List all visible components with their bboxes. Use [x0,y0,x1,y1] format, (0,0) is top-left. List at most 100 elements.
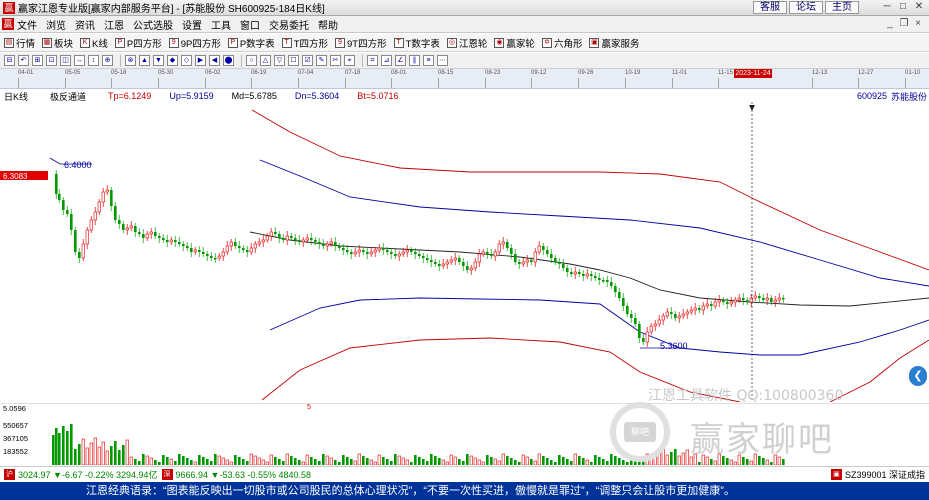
tool-t-square[interactable]: T T四方形 [281,36,328,50]
draw-tool-icon[interactable]: ◫ [60,55,71,66]
candle-body [282,238,285,240]
draw-tool-icon[interactable]: ✂ [330,55,341,66]
forum-link[interactable]: 论坛 [789,1,823,14]
child-minimize-icon[interactable]: _ [883,18,897,29]
customer-service-link[interactable]: 客服 [753,1,787,14]
tool-quotes[interactable]: ▤ 行情 [4,36,35,50]
draw-tool-icon[interactable]: ◆ [167,55,178,66]
candle-body [70,214,73,230]
candle-body [717,299,721,303]
indicator-dn: Dn=5.3604 [294,91,340,101]
volume-bar [466,454,469,465]
draw-tool-icon[interactable]: ⊞ [32,55,43,66]
watermark-brand: 赢家聊吧 [690,420,834,460]
draw-tool-icon[interactable]: ▽ [274,55,285,66]
candle-body [777,297,781,301]
candle-body [562,264,565,268]
tool-9t-square[interactable]: 9 9T四方形 [335,36,387,50]
home-link[interactable]: 主页 [825,1,859,14]
toolbar-separator [241,54,242,67]
child-restore-icon[interactable]: ❐ [897,18,911,29]
tool-winner-service[interactable]: ▣ 赢家服务 [589,36,639,50]
volume-bar [221,457,225,465]
draw-tool-icon[interactable]: ↶ [18,55,29,66]
volume-bar [618,458,621,465]
draw-tool-icon[interactable]: ○ [246,55,257,66]
candle-body [85,229,89,245]
menu-help[interactable]: 帮助 [318,17,338,32]
volume-bar [346,457,349,465]
volume-bar [481,461,485,465]
draw-tool-icon[interactable]: ◇ [181,55,192,66]
draw-tool-icon[interactable]: ⬤ [223,55,234,66]
volume-bar [518,462,521,465]
draw-tool-icon[interactable]: ∠ [395,55,406,66]
sz-index-value[interactable]: 9666.94 ▼-53.63 -0.55% 4840.58 [176,470,312,480]
menu-gann[interactable]: 江恩 [104,17,124,32]
tool-p-number-table[interactable]: P P数字表 [227,36,275,50]
tool-sectors[interactable]: ▦ 板块 [42,36,73,50]
close-icon[interactable]: ✕ [911,1,927,14]
tool-kline[interactable]: K K线 [80,36,108,50]
candle-body [681,313,685,317]
index-selector[interactable]: ▣ SZ399001 深证成指 [827,468,925,481]
candle-body [405,249,409,253]
draw-tool-icon[interactable]: ⊗ [125,55,136,66]
draw-tool-icon[interactable]: ⊕ [102,55,113,66]
menu-settings[interactable]: 设置 [182,17,202,32]
draw-tool-icon[interactable]: ⋯ [437,55,448,66]
volume-bar [149,457,153,465]
draw-tool-icon[interactable]: ∥ [409,55,420,66]
menu-browse[interactable]: 浏览 [46,17,66,32]
stock-code: 600925 [856,91,887,101]
candle-body [373,249,377,253]
draw-tool-icon[interactable]: ⌗ [367,55,378,66]
volume-bar [614,456,617,465]
volume-bar [366,458,369,465]
draw-tool-icon[interactable]: ▼ [153,55,164,66]
draw-tool-icon[interactable]: ▶ [195,55,206,66]
draw-tool-icon[interactable]: ⌖ [344,55,355,66]
draw-tool-icon[interactable]: ✎ [316,55,327,66]
cursor-date-label: 2023-11-24 [734,69,772,78]
tool-p-square[interactable]: P P四方形 [114,36,162,50]
menu-formula-select[interactable]: 公式选股 [133,17,173,32]
draw-tool-icon[interactable]: △ [260,55,271,66]
child-close-icon[interactable]: × [911,18,925,29]
candle-body [305,237,309,241]
draw-tool-icon[interactable]: ☐ [288,55,299,66]
menu-trade[interactable]: 交易委托 [269,17,309,32]
time-tick: 06-19 [251,70,266,88]
draw-tool-icon[interactable]: ▲ [139,55,150,66]
minimize-icon[interactable]: ─ [879,1,895,14]
draw-tool-icon[interactable]: ⊡ [46,55,57,66]
tool-gann-wheel[interactable]: ◎ 江恩轮 [446,36,487,50]
draw-tool-icon[interactable]: ≡ [423,55,434,66]
volume-bar [713,460,717,465]
tool-hexagon[interactable]: ✡ 六角形 [541,36,582,50]
menu-news[interactable]: 资讯 [75,17,95,32]
draw-tool-icon[interactable]: ↕ [88,55,99,66]
time-tick: 05-18 [111,70,126,88]
candle-body [466,266,469,270]
candle-body [698,308,701,310]
kline-chart[interactable]: 6.3083 6.4000 5.3600 [0,102,929,402]
tool-9p-square[interactable]: 9 9P四方形 [168,36,221,50]
draw-tool-icon[interactable]: ⊟ [4,55,15,66]
draw-tool-icon[interactable]: ◀ [209,55,220,66]
tool-t-number-table[interactable]: T T数字表 [393,36,440,50]
volume-bar [582,458,585,465]
draw-tool-icon[interactable]: ☑ [302,55,313,66]
menu-window[interactable]: 窗口 [240,17,260,32]
menu-tools[interactable]: 工具 [211,17,231,32]
tool-winner-wheel[interactable]: ◉ 赢家轮 [494,36,535,50]
maximize-icon[interactable]: □ [895,1,911,14]
menu-file[interactable]: 文件 [17,17,37,32]
sh-index-value[interactable]: 3024.97 ▼-6.67 -0.22% 3294.94亿 [18,468,158,481]
period-label[interactable]: 日K线 [4,90,28,103]
side-expand-icon[interactable]: ❮ [909,366,927,386]
candle-body [514,254,517,262]
candle-body [642,338,645,342]
draw-tool-icon[interactable]: ⊿ [381,55,392,66]
draw-tool-icon[interactable]: ↔ [74,55,85,66]
